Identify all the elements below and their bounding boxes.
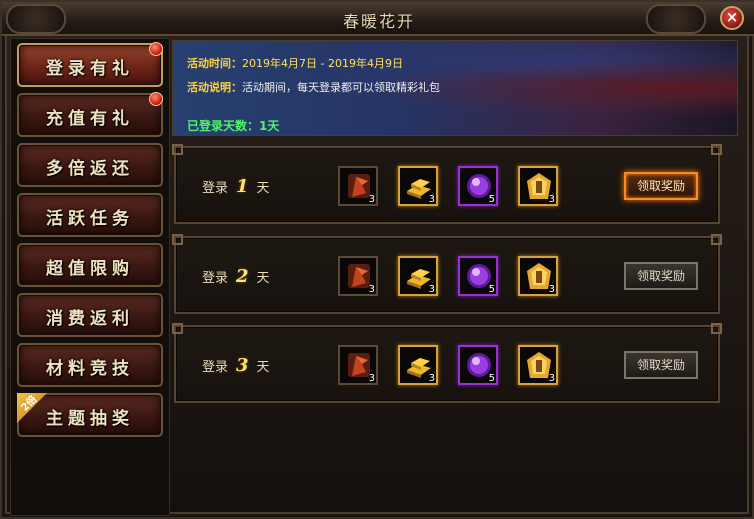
event-desc-label: 活动说明： (187, 81, 242, 94)
day-suffix: 天 (256, 181, 270, 196)
sidebar-item-label: 多倍返还 (46, 159, 134, 179)
reward-slot[interactable]: 3 (338, 256, 378, 296)
date-separator: - (317, 57, 328, 70)
item-count: 3 (548, 284, 555, 295)
sidebar-item-multiple-return[interactable]: 多倍返还 (17, 143, 163, 187)
item-count: 3 (368, 373, 375, 384)
close-button[interactable]: × (720, 6, 744, 30)
reward-slot[interactable]: 3 (338, 345, 378, 385)
sidebar-item-spend-rebate[interactable]: 消费返利 (17, 293, 163, 337)
reward-row-day-2: 登录 2 天 3 3 5 3 领取奖励 (172, 234, 722, 314)
event-end-date: 2019年4月9日 (327, 57, 403, 70)
notification-dot-icon (149, 42, 163, 56)
reward-slot[interactable]: 5 (458, 166, 498, 206)
day-label: 登录 3 天 (202, 355, 270, 376)
day-suffix: 天 (256, 360, 270, 375)
reward-slot[interactable]: 3 (398, 166, 438, 206)
login-days-value: 1天 (259, 119, 280, 133)
item-count: 5 (488, 194, 495, 205)
sidebar-item-theme-lottery[interactable]: 主题抽奖 2倍 (17, 393, 163, 437)
claim-reward-button[interactable]: 领取奖励 (624, 262, 698, 290)
event-desc-line: 活动说明：活动期间，每天登录都可以领取精彩礼包 (187, 79, 440, 95)
day-prefix: 登录 (202, 360, 229, 375)
item-count: 3 (368, 194, 375, 205)
right-ornament-icon (646, 4, 706, 34)
day-label: 登录 1 天 (202, 176, 270, 197)
reward-slot[interactable]: 3 (518, 256, 558, 296)
reward-slot[interactable]: 3 (398, 345, 438, 385)
sidebar-item-label: 登录有礼 (46, 59, 134, 79)
day-suffix: 天 (256, 271, 270, 286)
item-count: 5 (488, 373, 495, 384)
day-number: 3 (236, 355, 249, 376)
notification-dot-icon (149, 92, 163, 106)
sidebar-item-label: 超值限购 (46, 259, 134, 279)
day-label: 登录 2 天 (202, 266, 270, 287)
item-count: 3 (548, 194, 555, 205)
event-time-line: 活动时间：2019年4月7日 - 2019年4月9日 (187, 55, 403, 71)
sidebar-item-label: 主题抽奖 (46, 409, 134, 429)
reward-slot[interactable]: 3 (338, 166, 378, 206)
item-count: 3 (368, 284, 375, 295)
claim-reward-button[interactable]: 领取奖励 (624, 172, 698, 200)
item-count: 3 (428, 373, 435, 384)
title-bar: 春暖花开 × (2, 2, 754, 36)
login-days-label: 已登录天数： (187, 119, 260, 133)
reward-slot[interactable]: 5 (458, 256, 498, 296)
item-count: 3 (548, 373, 555, 384)
sidebar-item-login-gift[interactable]: 登录有礼 (17, 42, 163, 87)
claim-reward-button[interactable]: 领取奖励 (624, 351, 698, 379)
sidebar-item-active-tasks[interactable]: 活跃任务 (17, 193, 163, 237)
event-desc-text: 活动期间，每天登录都可以领取精彩礼包 (242, 81, 440, 94)
event-window: 春暖花开 × 登录有礼 充值有礼 多倍返还 活跃任务 超值限购 消费返利 材料竞… (0, 0, 754, 519)
sidebar-item-label: 消费返利 (46, 309, 134, 329)
window-title: 春暖花开 (342, 12, 415, 31)
sidebar-item-material-contest[interactable]: 材料竞技 (17, 343, 163, 387)
day-number: 1 (236, 176, 249, 197)
sidebar: 登录有礼 充值有礼 多倍返还 活跃任务 超值限购 消费返利 材料竞技 主题抽奖 … (10, 38, 170, 516)
item-count: 3 (428, 284, 435, 295)
day-number: 2 (236, 266, 249, 287)
sidebar-item-label: 材料竞技 (46, 359, 134, 379)
login-days-line: 已登录天数：1天 (187, 117, 279, 134)
sidebar-item-label: 充值有礼 (46, 109, 134, 129)
day-prefix: 登录 (202, 271, 229, 286)
reward-slot[interactable]: 3 (518, 166, 558, 206)
event-banner: 活动时间：2019年4月7日 - 2019年4月9日 活动说明：活动期间，每天登… (172, 40, 738, 136)
reward-slot[interactable]: 5 (458, 345, 498, 385)
event-time-label: 活动时间： (187, 57, 242, 70)
reward-row-day-1: 登录 1 天 3 3 5 3 领取奖励 (172, 144, 722, 224)
day-prefix: 登录 (202, 181, 229, 196)
sidebar-item-label: 活跃任务 (46, 209, 134, 229)
sidebar-item-value-limited[interactable]: 超值限购 (17, 243, 163, 287)
event-start-date: 2019年4月7日 (242, 57, 317, 70)
reward-row-day-3: 登录 3 天 3 3 5 3 领取奖励 (172, 323, 722, 403)
reward-slot[interactable]: 3 (398, 256, 438, 296)
item-count: 5 (488, 284, 495, 295)
reward-slot[interactable]: 3 (518, 345, 558, 385)
sidebar-item-recharge-gift[interactable]: 充值有礼 (17, 92, 163, 137)
item-count: 3 (428, 194, 435, 205)
